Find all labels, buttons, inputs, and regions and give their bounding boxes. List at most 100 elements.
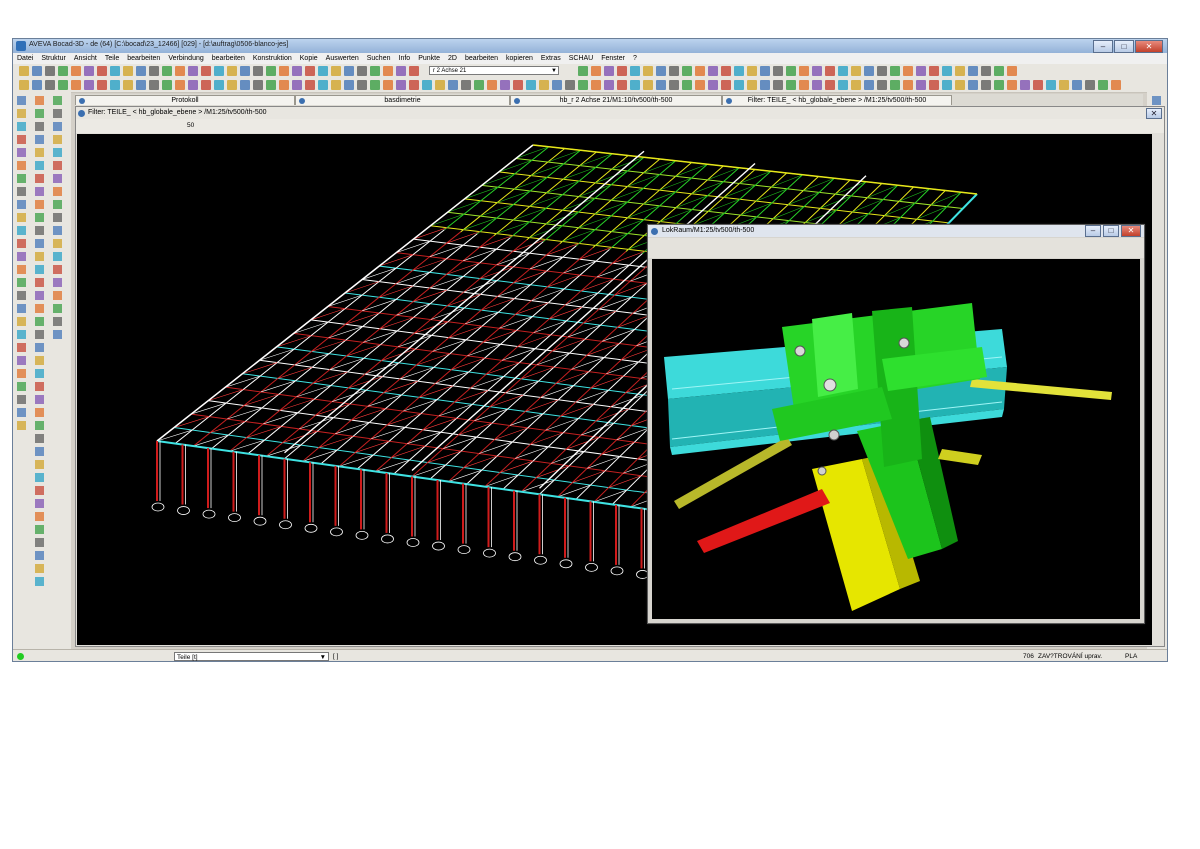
menu-item[interactable]: Info (395, 53, 415, 64)
palette-tool-icon[interactable] (17, 174, 26, 183)
palette-tool-icon[interactable] (35, 343, 44, 352)
palette-tool-icon[interactable] (53, 187, 62, 196)
toolbar-tool-icon[interactable] (708, 66, 718, 76)
palette-tool-icon[interactable] (53, 122, 62, 131)
toolbar-tool-icon[interactable] (643, 80, 653, 90)
toolbar-tool-icon[interactable] (227, 80, 237, 90)
toolbar-tool-icon[interactable] (630, 66, 640, 76)
palette-tool-icon[interactable] (53, 291, 62, 300)
status-mode[interactable]: PLA (1125, 650, 1137, 661)
toolbar-tool-icon[interactable] (604, 66, 614, 76)
palette-tool-icon[interactable] (17, 291, 26, 300)
toolbar-tool-icon[interactable] (539, 80, 549, 90)
palette-tool-icon[interactable] (17, 122, 26, 131)
toolbar-tool-icon[interactable] (1072, 80, 1082, 90)
toolbar-tool-icon[interactable] (526, 80, 536, 90)
toolbar-tool-icon[interactable] (799, 66, 809, 76)
toolbar-tool-icon[interactable] (1059, 80, 1069, 90)
menu-item[interactable]: Extras (537, 53, 565, 64)
palette-tool-icon[interactable] (53, 330, 62, 339)
toolbar-tool-icon[interactable] (864, 80, 874, 90)
toolbar-tool-icon[interactable] (149, 66, 159, 76)
toolbar-tool-icon[interactable] (175, 80, 185, 90)
palette-tool-icon[interactable] (35, 538, 44, 547)
toolbar-tool-icon[interactable] (695, 66, 705, 76)
toolbar-tool-icon[interactable] (396, 66, 406, 76)
menu-item[interactable]: Datei (13, 53, 37, 64)
palette-tool-icon[interactable] (17, 343, 26, 352)
palette-tool-icon[interactable] (35, 577, 44, 586)
toolbar-tool-icon[interactable] (71, 66, 81, 76)
palette-tool-icon[interactable] (35, 525, 44, 534)
palette-tool-icon[interactable] (35, 161, 44, 170)
toolbar-tool-icon[interactable] (773, 66, 783, 76)
toolbar-tool-icon[interactable] (500, 80, 510, 90)
toolbar-tool-icon[interactable] (721, 80, 731, 90)
toolbar-tool-icon[interactable] (1020, 80, 1030, 90)
toolbar-tool-icon[interactable] (903, 66, 913, 76)
connection-3d-view[interactable] (652, 259, 1140, 619)
minimize-button[interactable]: – (1093, 40, 1113, 53)
toolbar-tool-icon[interactable] (240, 80, 250, 90)
palette-tool-icon[interactable] (35, 96, 44, 105)
menu-item[interactable]: Fenster (597, 53, 629, 64)
popup-minimize-button[interactable]: – (1085, 225, 1101, 237)
palette-tool-icon[interactable] (17, 148, 26, 157)
palette-tool-icon[interactable] (35, 421, 44, 430)
toolbar-tool-icon[interactable] (1111, 80, 1121, 90)
toolbar-tool-icon[interactable] (825, 80, 835, 90)
toolbar-tool-icon[interactable] (786, 66, 796, 76)
palette-tool-icon[interactable] (53, 200, 62, 209)
structure-combo[interactable]: r 2 Achse 21 ▼ (429, 66, 559, 75)
palette-tool-icon[interactable] (35, 265, 44, 274)
palette-tool-icon[interactable] (53, 135, 62, 144)
toolbar-tool-icon[interactable] (682, 66, 692, 76)
toolbar-tool-icon[interactable] (786, 80, 796, 90)
palette-tool-icon[interactable] (35, 564, 44, 573)
palette-tool-icon[interactable] (35, 135, 44, 144)
toolbar-tool-icon[interactable] (1033, 80, 1043, 90)
toolbar-tool-icon[interactable] (162, 66, 172, 76)
toolbar-tool-icon[interactable] (682, 80, 692, 90)
toolbar-tool-icon[interactable] (383, 66, 393, 76)
view-close-button[interactable]: ✕ (1146, 108, 1162, 119)
toolbar-tool-icon[interactable] (630, 80, 640, 90)
toolbar-tool-icon[interactable] (84, 66, 94, 76)
toolbar-tool-icon[interactable] (578, 66, 588, 76)
toolbar-tool-icon[interactable] (851, 66, 861, 76)
toolbar-tool-icon[interactable] (695, 80, 705, 90)
toolbar-tool-icon[interactable] (266, 66, 276, 76)
toolbar-tool-icon[interactable] (435, 80, 445, 90)
palette-tool-icon[interactable] (35, 304, 44, 313)
menu-item[interactable]: kopieren (502, 53, 537, 64)
toolbar-tool-icon[interactable] (916, 80, 926, 90)
toolbar-tool-icon[interactable] (1007, 80, 1017, 90)
toolbar-tool-icon[interactable] (318, 80, 328, 90)
menu-item[interactable]: Auswerten (322, 53, 363, 64)
toolbar-tool-icon[interactable] (383, 80, 393, 90)
toolbar-tool-icon[interactable] (422, 80, 432, 90)
toolbar-tool-icon[interactable] (292, 80, 302, 90)
toolbar-tool-icon[interactable] (487, 80, 497, 90)
palette-tool-icon[interactable] (35, 109, 44, 118)
toolbar-tool-icon[interactable] (188, 66, 198, 76)
palette-tool-icon[interactable] (35, 356, 44, 365)
toolbar-tool-icon[interactable] (513, 80, 523, 90)
palette-tool-icon[interactable] (17, 187, 26, 196)
toolbar-tool-icon[interactable] (721, 66, 731, 76)
toolbar-tool-icon[interactable] (214, 66, 224, 76)
toolbar-tool-icon[interactable] (591, 80, 601, 90)
menu-item[interactable]: SCHAU (565, 53, 598, 64)
toolbar-tool-icon[interactable] (136, 80, 146, 90)
toolbar-tool-icon[interactable] (591, 66, 601, 76)
toolbar-tool-icon[interactable] (19, 80, 29, 90)
toolbar-tool-icon[interactable] (747, 80, 757, 90)
toolbar-tool-icon[interactable] (357, 66, 367, 76)
palette-tool-icon[interactable] (53, 109, 62, 118)
menu-item[interactable]: bearbeiten (208, 53, 249, 64)
toolbar-tool-icon[interactable] (773, 80, 783, 90)
palette-tool-icon[interactable] (35, 278, 44, 287)
palette-tool-icon[interactable] (35, 512, 44, 521)
toolbar-tool-icon[interactable] (1007, 66, 1017, 76)
toolbar-tool-icon[interactable] (396, 80, 406, 90)
